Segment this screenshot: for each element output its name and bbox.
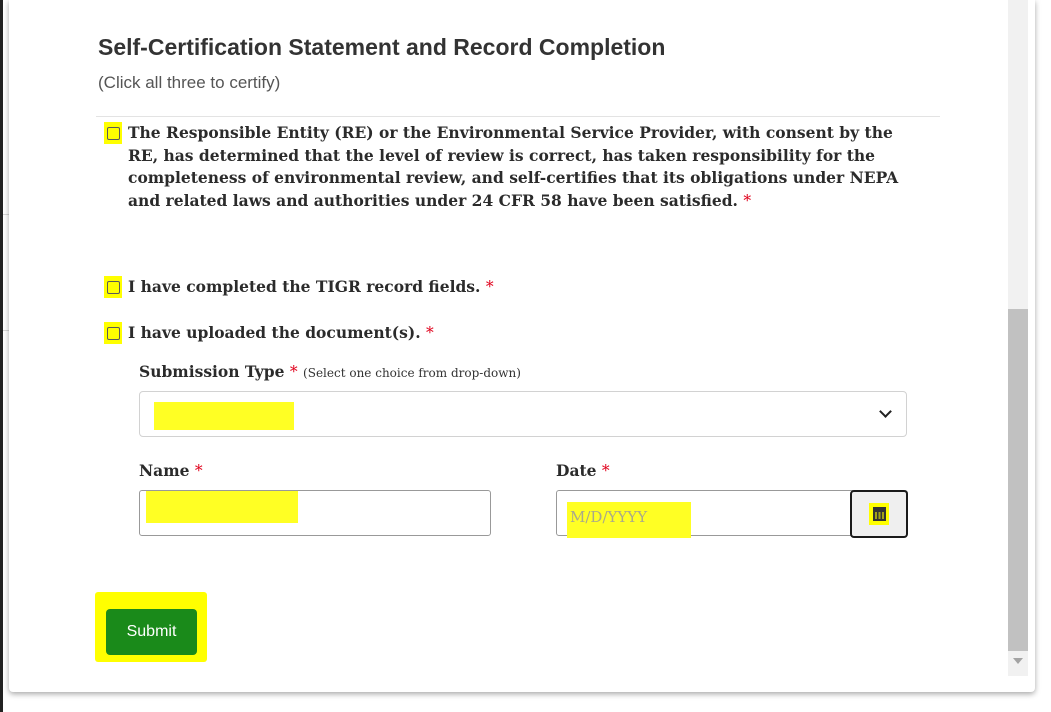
certify-tigr-statement: I have completed the TIGR record fields.… <box>128 276 928 299</box>
submission-type-hint: (Select one choice from drop-down) <box>303 366 521 380</box>
chevron-down-icon <box>879 405 892 418</box>
dialog-subtitle: (Click all three to certify) <box>98 73 281 92</box>
checkbox-box <box>106 126 120 140</box>
date-label: Date * <box>556 461 610 480</box>
required-mark: * <box>194 462 203 480</box>
certify-review-text: The Responsible Entity (RE) or the Envir… <box>128 123 899 210</box>
certification-dialog <box>9 0 1035 692</box>
calendar-icon <box>872 507 886 521</box>
required-mark: * <box>289 363 298 381</box>
date-label-text: Date <box>556 461 597 480</box>
submission-type-label: Submission Type * (Select one choice fro… <box>139 362 521 381</box>
date-input[interactable]: M/D/YYYY <box>556 490 908 538</box>
calendar-icon-highlight <box>869 503 889 525</box>
certify-upload-text: I have uploaded the document(s). <box>128 323 421 342</box>
checkbox-box <box>106 326 120 340</box>
calendar-button[interactable] <box>850 490 908 538</box>
submission-type-select[interactable] <box>139 391 907 437</box>
submit-button[interactable]: Submit <box>106 609 197 655</box>
certify-upload-checkbox[interactable] <box>104 322 122 344</box>
scrollbar-thumb[interactable] <box>1008 309 1028 651</box>
required-mark: * <box>601 462 610 480</box>
required-mark: * <box>426 324 434 342</box>
name-value <box>146 491 298 523</box>
window-edge <box>0 0 3 712</box>
required-mark: * <box>485 278 494 296</box>
name-input[interactable] <box>139 490 491 536</box>
required-mark: * <box>743 191 752 210</box>
certify-tigr-text: I have completed the TIGR record fields. <box>128 277 481 296</box>
certify-upload-statement: I have uploaded the document(s). * <box>128 322 928 345</box>
certify-tigr-checkbox[interactable] <box>104 276 122 298</box>
submission-type-label-text: Submission Type <box>139 362 285 381</box>
name-label: Name * <box>139 461 203 480</box>
scroll-down-arrow-icon[interactable] <box>1013 658 1023 664</box>
certify-review-checkbox[interactable] <box>104 122 122 144</box>
certify-review-statement: The Responsible Entity (RE) or the Envir… <box>128 122 928 212</box>
submission-type-value <box>154 402 294 430</box>
name-label-text: Name <box>139 461 190 480</box>
date-placeholder: M/D/YYYY <box>567 502 691 538</box>
dialog-title: Self-Certification Statement and Record … <box>98 34 666 60</box>
checkbox-box <box>106 280 120 294</box>
title-divider <box>96 116 940 117</box>
